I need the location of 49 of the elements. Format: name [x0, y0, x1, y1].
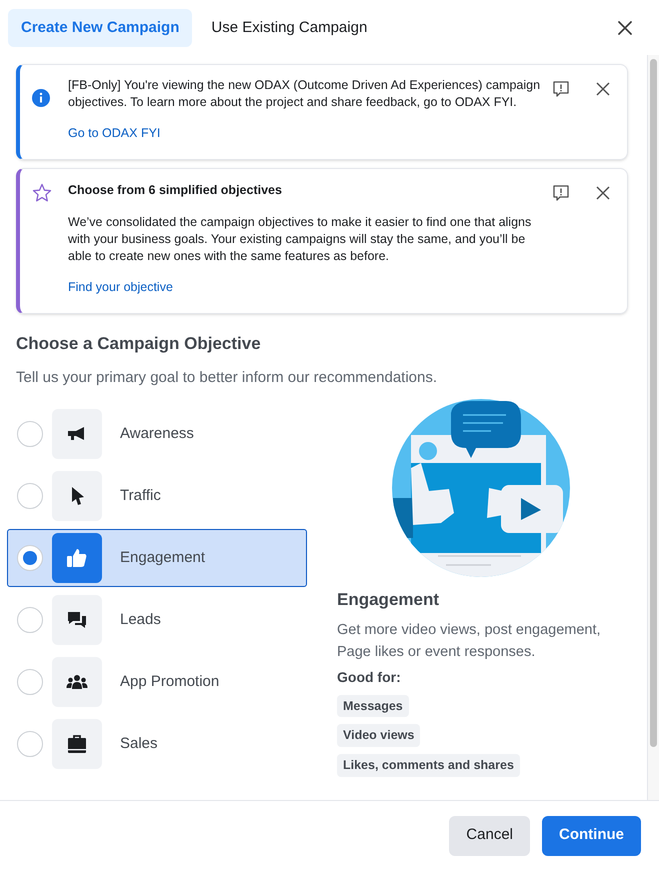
notice-text: [FB-Only] You're viewing the new ODAX (Outcome Driven Ad Experiences) campaign objectives. To learn more about the project and share feedback, go to ODAX FYI.	[68, 77, 541, 111]
objective-option[interactable]: App Promotion	[7, 653, 307, 711]
objective-label: Awareness	[120, 424, 194, 444]
tag: Likes, comments and shares	[337, 754, 520, 777]
info-icon	[32, 89, 50, 107]
objective-label: Leads	[120, 610, 161, 630]
feedback-button[interactable]	[551, 183, 571, 203]
briefcase-icon	[66, 733, 88, 755]
radio-button[interactable]	[17, 545, 43, 571]
radio-button[interactable]	[17, 483, 43, 509]
people-icon	[66, 673, 88, 691]
objective-option[interactable]: Awareness	[7, 405, 307, 463]
section-subtitle: Tell us your primary goal to better inform our recommendations.	[16, 368, 438, 388]
detail-title: Engagement	[337, 589, 440, 611]
continue-button[interactable]: Continue	[542, 816, 641, 856]
tab[interactable]: Use Existing Campaign	[198, 9, 380, 47]
radio-button[interactable]	[17, 607, 43, 633]
objective-option[interactable]: Traffic	[7, 467, 307, 525]
close-icon	[617, 20, 633, 36]
objective-label: Traffic	[120, 486, 161, 506]
objective-option[interactable]: Sales	[7, 715, 307, 773]
tag: Video views	[337, 724, 420, 747]
good-for-label: Good for:	[337, 668, 402, 686]
notice-link[interactable]: Find your objective	[68, 278, 173, 297]
radio-button[interactable]	[17, 669, 43, 695]
feedback-icon	[552, 80, 570, 98]
notice-text: We’ve consolidated the campaign objectives to make it easier to find one that aligns with your business goals. Your existing campaigns will stay the same, and you’ll be able to create new ones with the same features as before.	[68, 214, 532, 265]
objective-option[interactable]: Engagement	[7, 529, 307, 587]
thumbs-up-icon	[66, 547, 88, 569]
close-icon	[596, 186, 610, 200]
objective-label: Sales	[120, 734, 158, 754]
radio-button[interactable]	[17, 731, 43, 757]
objective-option[interactable]: Leads	[7, 591, 307, 649]
notice-title: Choose from 6 simplified objectives	[68, 182, 283, 199]
radio-button[interactable]	[17, 421, 43, 447]
section-title: Choose a Campaign Objective	[16, 333, 262, 355]
notice-link[interactable]: Go to ODAX FYI	[68, 124, 160, 143]
objective-label: App Promotion	[120, 672, 220, 692]
close-icon	[596, 82, 610, 96]
scrollbar[interactable]	[647, 55, 659, 800]
detail-description: Get more video views, post engagement, Page likes or event responses.	[337, 620, 602, 662]
tag: Messages	[337, 694, 409, 718]
objective-label: Engagement	[120, 548, 206, 568]
star-icon	[32, 183, 52, 203]
tab[interactable]: Create New Campaign	[8, 9, 192, 47]
chat-bubbles-icon	[66, 609, 88, 631]
feedback-button[interactable]	[551, 79, 571, 99]
cancel-button[interactable]: Cancel	[449, 816, 530, 856]
feedback-icon	[552, 184, 570, 202]
